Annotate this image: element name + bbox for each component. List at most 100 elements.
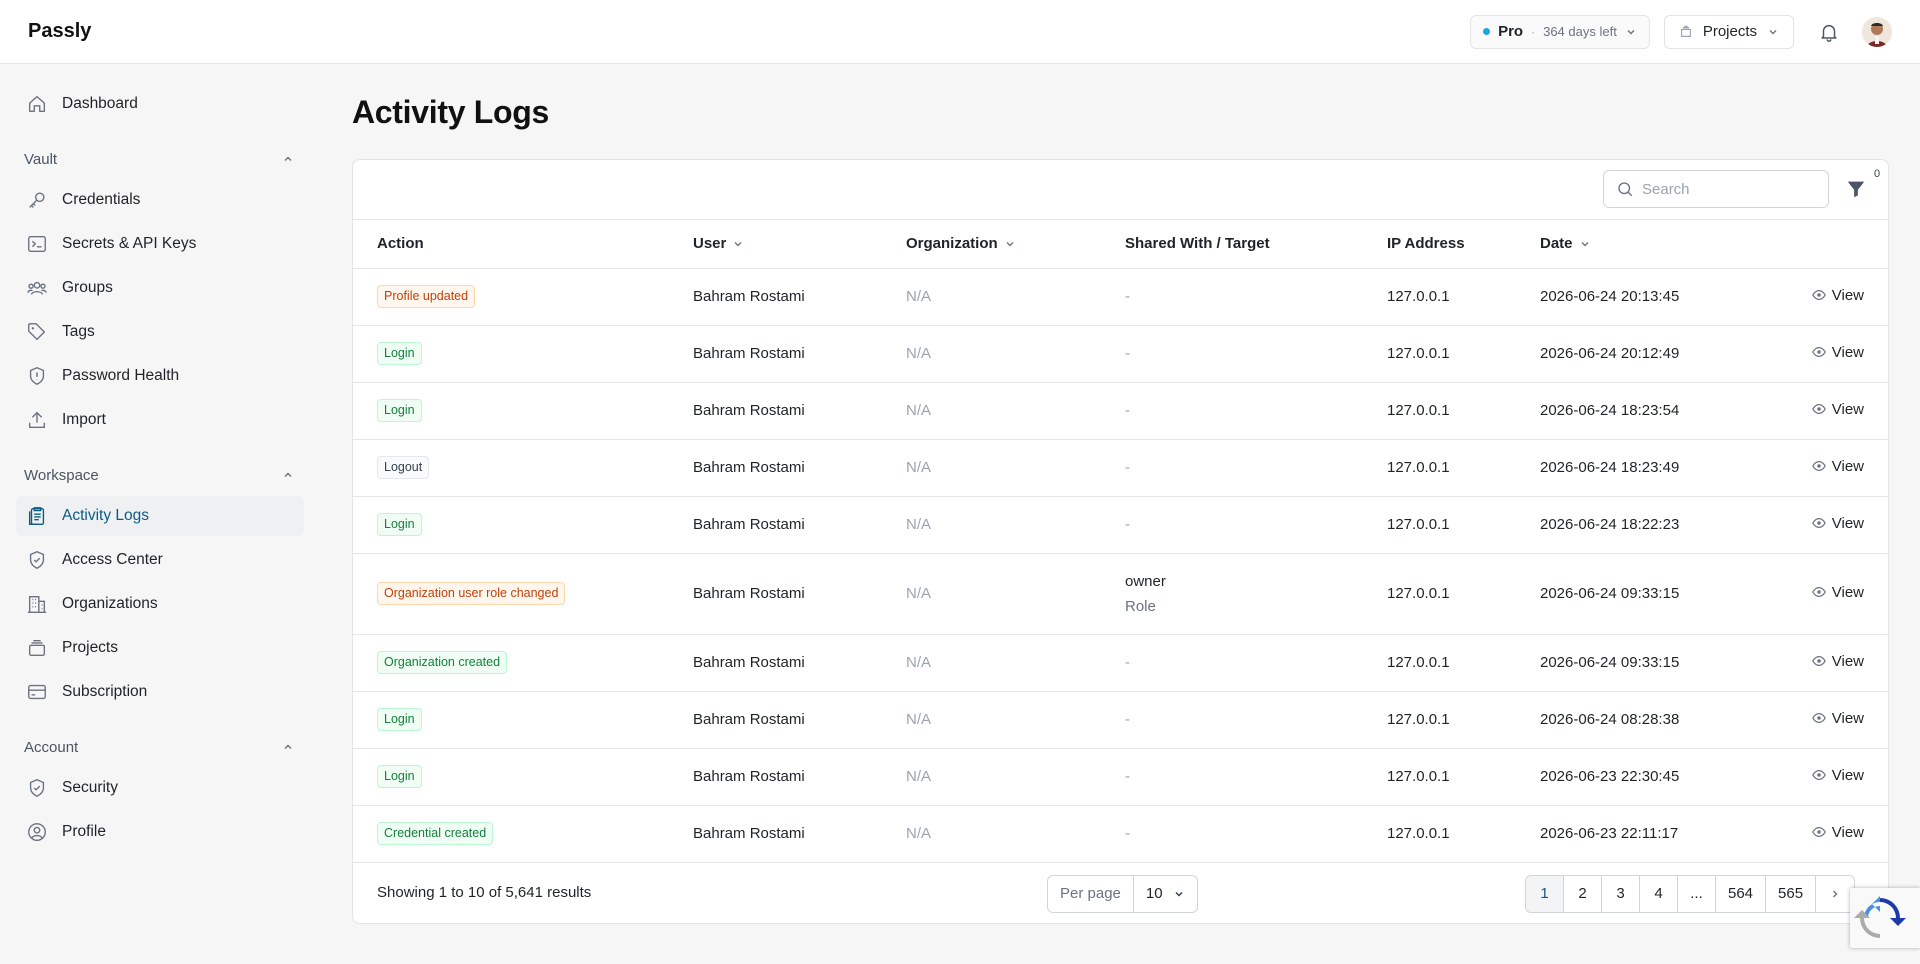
- sidebar-item-password-health[interactable]: Password Health: [16, 356, 304, 396]
- sidebar-section-workspace[interactable]: Workspace: [16, 460, 304, 490]
- shield-alert-icon: [29, 367, 45, 385]
- column-header-organization[interactable]: Organization: [906, 220, 1125, 269]
- table-toolbar: 0: [353, 160, 1888, 220]
- chevron-up-icon: [284, 156, 292, 161]
- projects-dropdown[interactable]: Projects: [1663, 14, 1794, 49]
- sidebar-section-vault[interactable]: Vault: [16, 144, 304, 174]
- sidebar-item-dashboard[interactable]: Dashboard: [16, 84, 304, 124]
- shared-target: -: [1125, 768, 1130, 785]
- sidebar-item-groups[interactable]: Groups: [16, 268, 304, 308]
- view-button[interactable]: View: [1811, 458, 1864, 475]
- view-label: View: [1831, 823, 1864, 841]
- cell-shared-with: -: [1125, 634, 1387, 692]
- view-label: View: [1831, 652, 1864, 670]
- sidebar-item-label: Profile: [62, 823, 106, 840]
- users-icon: [27, 281, 47, 295]
- sidebar-item-access-center[interactable]: Access Center: [16, 540, 304, 580]
- cell-shared-with: -: [1125, 691, 1387, 749]
- shared-target: -: [1125, 516, 1130, 533]
- avatar[interactable]: [1862, 16, 1892, 47]
- sidebar-item-tags[interactable]: Tags: [16, 312, 304, 352]
- plan-days-left: 364 days left: [1543, 24, 1617, 39]
- view-button[interactable]: View: [1811, 652, 1864, 670]
- sidebar-item-import[interactable]: Import: [16, 400, 304, 440]
- sidebar-item-subscription[interactable]: Subscription: [16, 672, 304, 712]
- view-button[interactable]: View: [1811, 400, 1864, 418]
- column-label: User: [693, 235, 727, 253]
- action-badge: Organization user role changed: [377, 582, 566, 605]
- search-icon: [1618, 182, 1633, 197]
- view-label: View: [1831, 400, 1864, 418]
- cell-user: Bahram Rostami: [693, 553, 906, 635]
- sidebar-item-activity-logs[interactable]: Activity Logs: [16, 496, 304, 536]
- cell-user: Bahram Rostami: [693, 325, 906, 383]
- column-header-actions: [1780, 220, 1888, 269]
- brand-logo[interactable]: Passly: [28, 20, 91, 43]
- cell-date: 2026-06-23 22:11:17: [1540, 805, 1780, 863]
- view-button[interactable]: View: [1811, 709, 1864, 727]
- table-row: Organization user role changed Bahram Ros…: [353, 553, 1888, 635]
- page-button[interactable]: 565: [1766, 875, 1817, 912]
- bell-icon[interactable]: [1818, 21, 1840, 43]
- view-button[interactable]: View: [1811, 823, 1864, 841]
- recaptcha-badge[interactable]: [1850, 888, 1920, 948]
- sidebar-item-security[interactable]: Security: [16, 768, 304, 808]
- sidebar-section-account[interactable]: Account: [16, 732, 304, 762]
- plan-status-dot: [1483, 28, 1491, 35]
- terminal-icon: [28, 235, 46, 253]
- plan-name: Pro: [1498, 23, 1524, 40]
- sidebar-item-secrets[interactable]: Secrets & API Keys: [16, 224, 304, 264]
- layers-icon: [28, 639, 46, 657]
- sidebar-item-label: Access Center: [62, 551, 163, 568]
- activity-logs-card: 0 Action User Organization Shared With /…: [352, 159, 1889, 924]
- next-page-button[interactable]: [1816, 876, 1854, 912]
- eye-icon: [1811, 587, 1826, 598]
- filter-icon[interactable]: [1845, 178, 1867, 200]
- view-label: View: [1831, 709, 1864, 727]
- column-header-user[interactable]: User: [693, 220, 906, 269]
- per-page-selector[interactable]: Per page 10: [1047, 874, 1198, 913]
- view-button[interactable]: View: [1811, 287, 1864, 304]
- page-button[interactable]: 1: [1526, 875, 1564, 912]
- cell-ip-address: 127.0.0.1: [1387, 496, 1540, 554]
- view-button[interactable]: View: [1811, 515, 1864, 532]
- cell-shared-with: -: [1125, 439, 1387, 497]
- cell-shared-with: -: [1125, 268, 1387, 326]
- sidebar-item-projects[interactable]: Projects: [16, 628, 304, 668]
- cell-user: Bahram Rostami: [693, 382, 906, 440]
- plan-selector[interactable]: Pro · 364 days left: [1470, 14, 1650, 49]
- search-input[interactable]: [1642, 180, 1812, 198]
- chevron-up-icon: [284, 472, 292, 477]
- page-button[interactable]: 2: [1564, 875, 1602, 912]
- cell-ip-address: 127.0.0.1: [1387, 748, 1540, 806]
- cell-user: Bahram Rostami: [693, 634, 906, 692]
- cell-date: 2026-06-24 09:33:15: [1540, 553, 1780, 635]
- view-label: View: [1831, 343, 1864, 361]
- shared-target: -: [1125, 459, 1130, 476]
- sidebar-item-label: Projects: [62, 639, 118, 656]
- column-header-date[interactable]: Date: [1540, 220, 1780, 269]
- view-label: View: [1831, 766, 1864, 784]
- chevron-down-icon: [1581, 241, 1589, 247]
- per-page-value-wrap[interactable]: 10: [1134, 885, 1197, 902]
- sidebar-item-credentials[interactable]: Credentials: [16, 180, 304, 220]
- sidebar-item-label: Security: [62, 779, 118, 796]
- recaptcha-icon: [1854, 896, 1906, 938]
- sidebar-item-profile[interactable]: Profile: [16, 812, 304, 852]
- view-button[interactable]: View: [1811, 766, 1864, 784]
- column-header-action: Action: [353, 220, 693, 269]
- page-button[interactable]: 3: [1602, 875, 1640, 912]
- sidebar-item-organizations[interactable]: Organizations: [16, 584, 304, 624]
- view-button[interactable]: View: [1811, 343, 1864, 361]
- shared-target: -: [1125, 825, 1130, 842]
- table-row: Login Bahram Rostami N/A - 127.0.0.1 2026-06-…: [353, 382, 1888, 440]
- action-badge: Organization created: [377, 651, 508, 674]
- table-row: Logout Bahram Rostami N/A - 127.0.0.1 2026-06…: [353, 439, 1888, 497]
- view-button[interactable]: View: [1811, 584, 1864, 601]
- action-badge: Login: [377, 342, 422, 365]
- column-label: Shared With / Target: [1125, 235, 1270, 253]
- page-button[interactable]: 564: [1716, 875, 1767, 912]
- cell-organization: N/A: [906, 553, 1125, 635]
- page-button[interactable]: 4: [1640, 875, 1678, 912]
- action-badge: Logout: [377, 456, 430, 479]
